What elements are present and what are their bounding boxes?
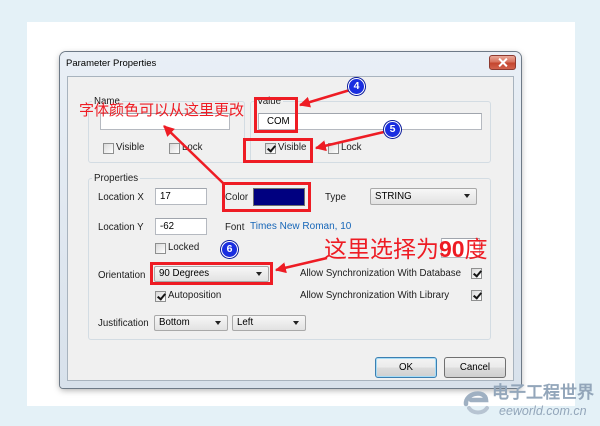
cancel-button[interactable]: Cancel (444, 357, 506, 378)
autoposition-checkbox[interactable] (155, 291, 166, 302)
location-y-field[interactable]: -62 (155, 218, 207, 235)
ok-button[interactable]: OK (375, 357, 437, 378)
page: Parameter Properties Name Visible Lock V… (0, 0, 600, 426)
window-title: Parameter Properties (66, 58, 157, 69)
checkmark-icon (473, 268, 482, 278)
annotation-box-color (222, 182, 311, 212)
annotation-note-orientation: 这里选择为90度 (324, 236, 488, 263)
properties-group-label: Properties (92, 173, 141, 184)
step-badge-5: 5 (384, 121, 401, 138)
sync-database-checkbox[interactable] (471, 268, 482, 279)
name-lock-checkbox[interactable] (169, 143, 180, 154)
orientation-label: Orientation (98, 270, 146, 281)
sync-library-label: Allow Synchronization With Library (300, 290, 450, 301)
name-visible-label: Visible (116, 142, 145, 153)
chevron-down-icon (215, 321, 221, 325)
justification-label: Justification (98, 318, 149, 329)
step-badge-6: 6 (221, 241, 238, 258)
checkmark-icon (473, 290, 482, 300)
type-select[interactable]: STRING (370, 188, 477, 205)
annotation-box-value (254, 97, 298, 133)
justification-vertical-select[interactable]: Bottom (154, 315, 228, 331)
eeworld-logo-icon (463, 391, 489, 415)
value-lock-label: Lock (341, 142, 362, 153)
type-label: Type (325, 192, 347, 203)
type-select-value: STRING (375, 191, 412, 202)
annotation-note-orientation-before: 这里选择为 (324, 237, 439, 263)
chevron-down-icon (293, 321, 299, 325)
location-x-field[interactable]: 17 (155, 188, 207, 205)
chevron-down-icon (464, 194, 470, 198)
step-badge-4: 4 (348, 78, 365, 95)
locked-label: Locked (168, 242, 200, 253)
annotation-note-orientation-number: 90 (439, 236, 465, 262)
justification-vertical-value: Bottom (159, 317, 190, 328)
location-y-label: Location Y (98, 222, 144, 233)
name-visible-checkbox[interactable] (103, 143, 114, 154)
annotation-box-orientation (150, 262, 273, 285)
close-icon (498, 58, 507, 67)
location-x-label: Location X (98, 192, 144, 203)
font-link[interactable]: Times New Roman, 10 (250, 221, 351, 233)
annotation-note-color: 字体颜色可以从这里更改 (79, 101, 245, 119)
sync-database-label: Allow Synchronization With Database (300, 268, 461, 279)
checkmark-icon (157, 291, 166, 301)
justification-horizontal-select[interactable]: Left (232, 315, 306, 331)
close-button[interactable] (489, 55, 516, 70)
annotation-note-orientation-after: 度 (464, 237, 488, 263)
value-lock-checkbox[interactable] (328, 143, 339, 154)
font-label: Font (225, 222, 245, 233)
watermark-name: 电子工程世界 (492, 383, 594, 403)
annotation-box-visible (243, 138, 313, 163)
justification-horizontal-value: Left (237, 317, 254, 328)
autoposition-label: Autoposition (168, 290, 222, 301)
locked-checkbox[interactable] (155, 243, 166, 254)
sync-library-checkbox[interactable] (471, 290, 482, 301)
name-lock-label: Lock (182, 142, 203, 153)
watermark-url: eeworld.com.cn (499, 404, 587, 418)
